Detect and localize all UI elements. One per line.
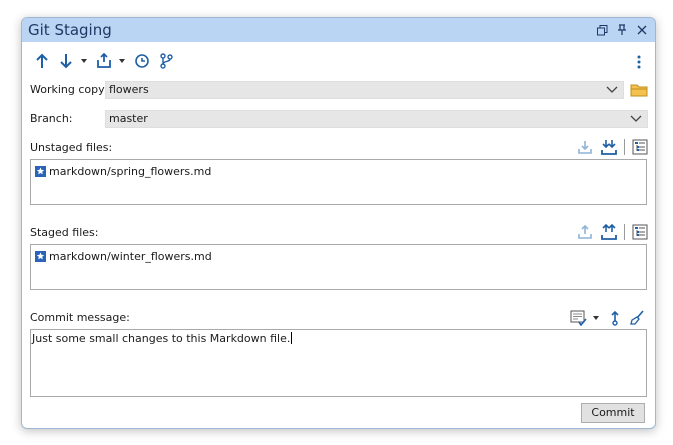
stage-selected-button[interactable] <box>576 138 594 156</box>
unstaged-files-label: Unstaged files: <box>30 141 113 154</box>
staged-files-list[interactable]: markdown/winter_flowers.md <box>30 244 647 290</box>
message-history-icon <box>570 310 587 326</box>
unstage-selected-button[interactable] <box>576 223 594 241</box>
chevron-down-icon <box>606 86 618 93</box>
file-name: markdown/spring_flowers.md <box>49 165 212 178</box>
commit-message-label: Commit message: <box>30 311 130 324</box>
restore-icon[interactable] <box>595 23 609 37</box>
working-copy-label: Working copy: <box>30 83 108 96</box>
commit-button[interactable]: Commit <box>581 403 645 423</box>
previous-messages-dropdown[interactable] <box>592 308 600 328</box>
chevron-down-icon <box>593 316 599 320</box>
unstaged-view-mode-button[interactable] <box>631 138 649 156</box>
stage-all-button[interactable] <box>600 138 618 156</box>
toolbar <box>32 50 180 72</box>
working-copy-select[interactable]: flowers <box>105 81 624 99</box>
git-staging-panel: Git Staging Working copy: flowers Branch… <box>21 17 656 429</box>
unstaged-actions <box>576 138 649 156</box>
separator <box>624 139 625 155</box>
pin-icon[interactable] <box>615 23 629 37</box>
staged-files-label: Staged files: <box>30 226 99 239</box>
chevron-down-icon <box>119 59 125 63</box>
staged-view-mode-button[interactable] <box>631 223 649 241</box>
pull-button[interactable] <box>32 51 52 71</box>
branch-label: Branch: <box>30 112 73 125</box>
push-button[interactable] <box>56 51 76 71</box>
broom-icon <box>630 310 644 325</box>
unstage-all-icon <box>601 224 617 240</box>
more-vertical-icon <box>637 55 641 69</box>
commit-actions <box>570 308 646 328</box>
history-button[interactable] <box>132 51 152 71</box>
more-options-button[interactable] <box>633 52 645 72</box>
stage-all-icon <box>601 140 617 155</box>
stash-button[interactable] <box>94 51 114 71</box>
stash-dropdown-button[interactable] <box>118 51 126 71</box>
staged-actions <box>576 223 649 241</box>
list-item[interactable]: markdown/winter_flowers.md <box>35 250 212 263</box>
modified-file-icon <box>35 251 46 262</box>
push-dropdown-button[interactable] <box>80 51 88 71</box>
commit-message-text: Just some small changes to this Markdown… <box>32 332 291 345</box>
unstage-all-button[interactable] <box>600 223 618 241</box>
arrow-up-icon <box>36 53 48 68</box>
stash-icon <box>97 53 111 68</box>
folder-icon <box>630 84 648 97</box>
clear-message-button[interactable] <box>628 309 646 327</box>
unstaged-files-list[interactable]: markdown/spring_flowers.md <box>30 159 647 205</box>
chevron-down-icon <box>81 59 87 63</box>
chevron-down-icon <box>630 115 642 122</box>
amend-commit-button[interactable] <box>606 309 624 327</box>
tree-view-icon <box>632 139 648 155</box>
history-icon <box>135 54 149 68</box>
separator <box>624 224 625 240</box>
unstage-up-icon <box>578 224 592 239</box>
title-bar: Git Staging <box>22 18 655 42</box>
working-copy-value: flowers <box>109 83 149 96</box>
list-item[interactable]: markdown/spring_flowers.md <box>35 165 211 178</box>
amend-icon <box>611 310 619 326</box>
branch-value: master <box>109 112 148 125</box>
branch-select[interactable]: master <box>105 110 648 128</box>
panel-title: Git Staging <box>28 21 112 39</box>
branch-button[interactable] <box>156 51 176 71</box>
file-name: markdown/winter_flowers.md <box>49 250 212 263</box>
modified-file-icon <box>35 166 46 177</box>
window-controls <box>595 23 649 37</box>
branch-icon <box>160 53 173 69</box>
tree-view-icon <box>632 224 648 240</box>
browse-folder-button[interactable] <box>630 82 648 98</box>
previous-messages-button[interactable] <box>570 309 588 327</box>
commit-message-input[interactable]: Just some small changes to this Markdown… <box>30 329 647 397</box>
text-caret <box>291 332 293 344</box>
arrow-down-icon <box>60 54 72 69</box>
stage-down-icon <box>578 141 592 154</box>
close-icon[interactable] <box>635 23 649 37</box>
